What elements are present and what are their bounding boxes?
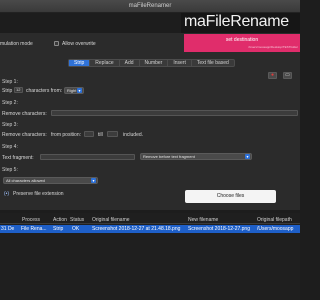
fragment-mode-value: Remove before text fragment <box>143 154 195 159</box>
tab-replace[interactable]: Replace <box>90 60 120 66</box>
column-header-original-filename[interactable]: Original filename <box>92 217 130 223</box>
allow-overwrite-label: Allow overwrite <box>62 41 96 47</box>
title-bar: maFileRenamer <box>0 0 300 13</box>
tab-bar: Strip Replace Add Number Insert Text fil… <box>68 59 235 67</box>
chevron-down-icon: ▾ <box>91 178 96 183</box>
allowed-characters-select[interactable]: All characters allowed ▾ <box>3 177 98 184</box>
tab-number[interactable]: Number <box>140 60 169 66</box>
cell-original-filepath: /Users/moosapp <box>257 226 294 232</box>
tab-strip[interactable]: Strip <box>69 60 91 66</box>
direction-select[interactable]: Right ▾ <box>64 87 84 94</box>
characters-from-label: characters from: <box>26 88 63 94</box>
direction-value: Right <box>67 88 77 93</box>
step3-label: Step 3: <box>2 122 18 128</box>
text-fragment-field[interactable] <box>40 154 135 160</box>
till-field[interactable] <box>107 131 118 137</box>
cell-original-filename: Screenshot 2018-12-27 at 21.48.18.png <box>92 226 181 232</box>
fragment-mode-select[interactable]: Remove before text fragment ▾ <box>140 153 252 160</box>
chevron-down-icon: ▾ <box>77 88 82 93</box>
results-table: Process Action Status Original filename … <box>0 213 300 300</box>
cell-process: File Rena... <box>21 226 47 232</box>
from-position-label: from position: <box>51 132 82 138</box>
brand-logo: maFileRename <box>181 13 300 33</box>
column-header-original-filepath[interactable]: Original filepath <box>257 217 292 223</box>
simulation-mode-label: mulation mode <box>0 41 33 47</box>
step4-label: Step 4: <box>2 144 18 150</box>
tab-insert[interactable]: Insert <box>168 60 192 66</box>
step1-label: Step 1: <box>2 79 18 85</box>
cell-action: Strip <box>53 226 64 232</box>
table-header: Process Action Status Original filename … <box>0 216 300 224</box>
column-header-status[interactable]: Status <box>70 217 84 223</box>
choose-files-button[interactable]: Choose files <box>185 190 276 203</box>
column-header-new-filename[interactable]: New filename <box>188 217 218 223</box>
cell-new-filename: Screenshot 2018-12-27.png <box>188 226 250 232</box>
set-destination-button[interactable]: set destination /Users/moosapp/Desktop/T… <box>184 34 300 52</box>
text-fragment-label: Text fragment: <box>2 155 34 161</box>
included-label: included. <box>123 132 144 138</box>
cell-status: OK <box>72 226 80 232</box>
preserve-extension-checkbox[interactable]: (•) <box>4 191 9 197</box>
destination-path: /Users/moosapp/Desktop/TESTfolder <box>248 45 298 49</box>
preserve-extension-label: Preserve file extension <box>13 191 64 197</box>
step5-label: Step 5: <box>2 167 18 173</box>
cell-date: 31 De <box>1 226 15 232</box>
step2-label: Step 2: <box>2 100 18 106</box>
table-row[interactable]: 31 De File Rena... Strip OK Screenshot 2… <box>0 225 300 233</box>
from-position-field[interactable] <box>84 131 94 137</box>
column-header-action[interactable]: Action <box>53 217 67 223</box>
remove-characters-position-label: Remove characters: <box>2 132 47 138</box>
clear-icon[interactable]: ● <box>268 72 277 79</box>
folder-icon[interactable]: ▭ <box>283 72 292 79</box>
column-header-process[interactable]: Process <box>22 217 40 223</box>
chevron-down-icon: ▾ <box>245 154 250 159</box>
set-destination-label: set destination <box>225 37 259 43</box>
tab-text-file-based[interactable]: Text file based <box>192 60 234 66</box>
tab-add[interactable]: Add <box>120 60 140 66</box>
strip-count-field[interactable]: 12 <box>14 87 23 93</box>
strip-label: Strip <box>2 88 13 94</box>
remove-characters-field[interactable] <box>51 110 298 116</box>
remove-characters-label: Remove characters: <box>2 111 47 117</box>
allow-overwrite-checkbox[interactable] <box>54 41 59 46</box>
allowed-characters-value: All characters allowed <box>6 178 45 183</box>
till-label: till <box>98 132 103 138</box>
brand-logo-text: maFileRename <box>184 13 289 30</box>
window-title: maFileRenamer <box>128 3 172 9</box>
